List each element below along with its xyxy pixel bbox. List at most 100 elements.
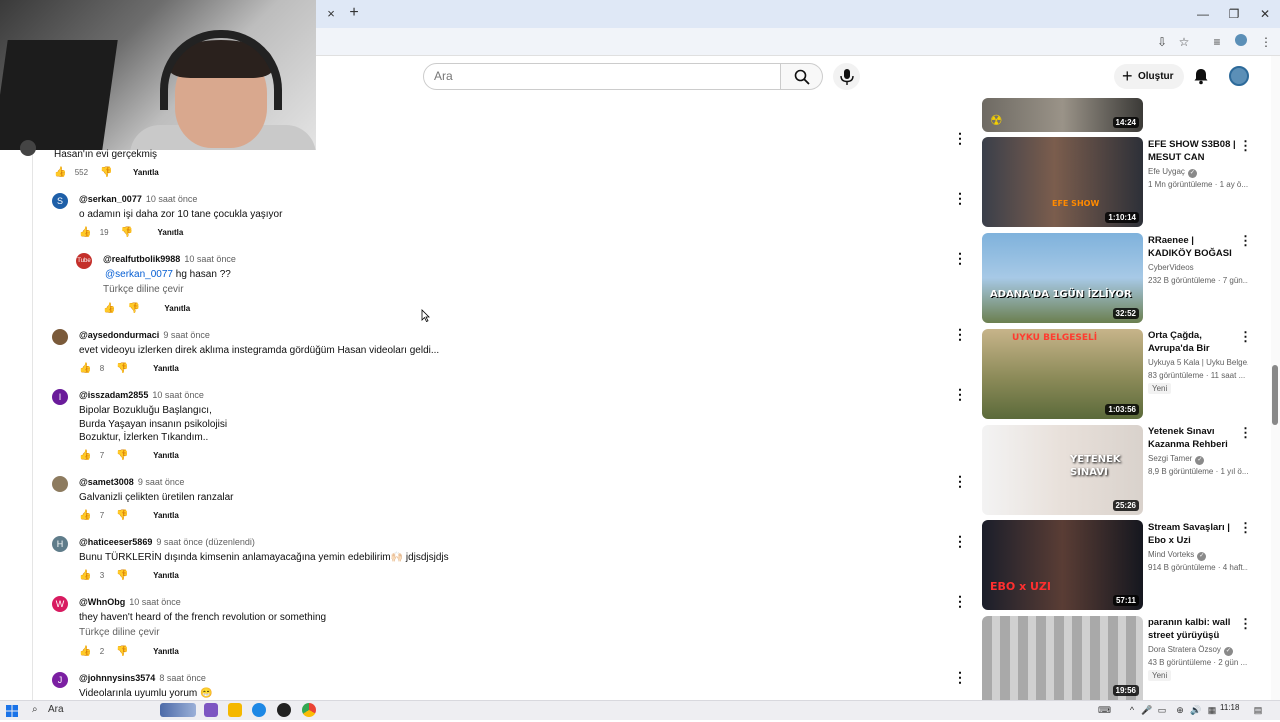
file-explorer-icon[interactable] — [228, 703, 242, 717]
translate-link[interactable]: Türkçe diline çevir — [79, 627, 160, 638]
windows-start-icon[interactable] — [6, 704, 18, 717]
video-thumbnail[interactable]: ☢ 14:24 — [982, 98, 1143, 132]
reply-button[interactable]: Yanıtla — [164, 304, 190, 313]
video-thumbnail[interactable]: EBO x UZI 57:11 — [982, 520, 1143, 610]
translate-link[interactable]: Türkçe diline çevir — [103, 284, 184, 295]
comment-author[interactable]: @realfutbolik9988 — [103, 254, 180, 264]
dislike-icon[interactable]: 👎 — [116, 510, 128, 521]
edge-icon[interactable] — [252, 703, 266, 717]
notification-center-icon[interactable]: ▤ — [1252, 703, 1264, 717]
account-avatar[interactable] — [1229, 66, 1249, 86]
comment-author[interactable]: @WhnObg — [79, 597, 125, 607]
video-menu-icon[interactable]: ⋮ — [1239, 139, 1252, 153]
close-tab-button[interactable]: × — [316, 4, 346, 24]
video-channel[interactable]: CyberVideos — [1148, 263, 1194, 272]
like-icon[interactable]: 👍 — [79, 570, 91, 581]
video-title[interactable]: paranın kalbi: wall street yürüyüşü — [1148, 616, 1236, 642]
comment-time[interactable]: 10 saat önce — [152, 390, 204, 400]
restore-button[interactable]: ❐ — [1219, 4, 1249, 24]
video-menu-icon[interactable]: ⋮ — [1239, 426, 1252, 440]
comment-author[interactable]: @serkan_0077 — [79, 194, 142, 204]
avatar[interactable]: J — [52, 672, 68, 688]
video-channel[interactable]: Uykuya 5 Kala | Uyku Belge... — [1148, 358, 1248, 367]
dislike-icon[interactable]: 👎 — [116, 450, 128, 461]
chrome-icon[interactable] — [302, 703, 316, 717]
comment-time[interactable]: 9 saat önce — [138, 477, 185, 487]
mention-link[interactable]: @serkan_0077 — [105, 269, 173, 280]
comment-time[interactable]: 9 saat önce (düzenlendi) — [156, 537, 255, 547]
video-channel[interactable]: Mind Vorteks ✓ — [1148, 550, 1207, 561]
comment-author[interactable]: @aysedondurmaci — [79, 330, 159, 340]
reply-button[interactable]: Yanıtla — [133, 168, 159, 177]
window-close-button[interactable]: ✕ — [1250, 4, 1280, 24]
video-title[interactable]: Stream Savaşları | Ebo x Uzi — [1148, 521, 1236, 547]
comment-author[interactable]: @johnnysins3574 — [79, 673, 155, 683]
microphone-tray-icon[interactable]: 🎤 — [1141, 703, 1153, 717]
steam-icon[interactable] — [277, 703, 291, 717]
video-thumbnail[interactable]: 19:56 — [982, 616, 1143, 700]
comment-author[interactable]: @isszadam2855 — [79, 390, 148, 400]
comment-author[interactable]: @haticeeser5869 — [79, 537, 152, 547]
volume-icon[interactable]: 🔊 — [1190, 703, 1202, 717]
video-title[interactable]: EFE SHOW S3B08 | MESUT CAN TOMAY — [1148, 138, 1236, 164]
like-icon[interactable]: 👍 — [79, 450, 91, 461]
video-thumbnail[interactable]: YETENEK SINAVI 25:26 — [982, 425, 1143, 515]
comment-time[interactable]: 10 saat önce — [146, 194, 198, 204]
reply-button[interactable]: Yanıtla — [158, 228, 184, 237]
comment-menu-icon[interactable]: ⋮ — [953, 130, 967, 146]
video-channel[interactable]: Efe Uygaç ✓ — [1148, 167, 1197, 178]
dislike-icon[interactable]: 👎 — [116, 363, 128, 374]
media-control-icon[interactable]: ≡ — [1207, 32, 1227, 52]
comment-menu-icon[interactable]: ⋮ — [953, 190, 967, 206]
video-menu-icon[interactable]: ⋮ — [1239, 234, 1252, 248]
video-thumbnail[interactable]: ADANA'DA 1GÜN İZLİYOR 32:52 — [982, 233, 1143, 323]
comment-menu-icon[interactable]: ⋮ — [953, 473, 967, 489]
reply-button[interactable]: Yanıtla — [153, 364, 179, 373]
like-icon[interactable]: 👍 — [54, 167, 66, 178]
search-button[interactable] — [781, 63, 823, 90]
video-channel[interactable]: Sezgi Tamer ✓ — [1148, 454, 1205, 465]
notifications-button[interactable] — [1191, 66, 1211, 86]
dislike-icon[interactable]: 👎 — [100, 167, 112, 178]
comment-menu-icon[interactable]: ⋮ — [953, 669, 967, 685]
video-thumbnail[interactable]: UYKU BELGESELİ 1:03:56 — [982, 329, 1143, 419]
comment-time[interactable]: 10 saat önce — [184, 254, 236, 264]
taskbar-widget-icon[interactable] — [160, 703, 196, 717]
comment-menu-icon[interactable]: ⋮ — [953, 533, 967, 549]
reply-button[interactable]: Yanıtla — [153, 451, 179, 460]
install-icon[interactable]: ⇩ — [1152, 32, 1172, 52]
scrollbar-thumb[interactable] — [1272, 365, 1278, 425]
comment-menu-icon[interactable]: ⋮ — [953, 326, 967, 342]
like-icon[interactable]: 👍 — [79, 227, 91, 238]
comment-time[interactable]: 9 saat önce — [163, 330, 210, 340]
reply-button[interactable]: Yanıtla — [153, 511, 179, 520]
avatar[interactable] — [52, 329, 68, 345]
video-menu-icon[interactable]: ⋮ — [1239, 521, 1252, 535]
video-title[interactable]: Yetenek Sınavı Kazanma Rehberi — [1148, 425, 1236, 451]
chevron-up-icon[interactable]: ^ — [1126, 703, 1138, 717]
comment-time[interactable]: 10 saat önce — [129, 597, 181, 607]
video-title[interactable]: RRaenee | KADIKÖY BOĞASI ADANA ... — [1148, 234, 1236, 260]
avatar[interactable]: W — [52, 596, 68, 612]
like-icon[interactable]: 👍 — [79, 363, 91, 374]
create-button[interactable]: + Oluştur — [1114, 64, 1184, 89]
dislike-icon[interactable]: 👎 — [116, 646, 128, 657]
avatar[interactable] — [52, 476, 68, 492]
comment-menu-icon[interactable]: ⋮ — [953, 250, 967, 266]
dislike-icon[interactable]: 👎 — [121, 227, 133, 238]
taskbar-clock[interactable]: 11:18 — [1220, 703, 1239, 712]
video-channel[interactable]: Dora Stratera Özsoy ✓ — [1148, 645, 1233, 656]
comment-time[interactable]: 8 saat önce — [159, 673, 206, 683]
dislike-icon[interactable]: 👎 — [116, 570, 128, 581]
like-icon[interactable]: 👍 — [79, 510, 91, 521]
comment-author[interactable]: @samet3008 — [79, 477, 134, 487]
ethernet-icon[interactable]: ▦ — [1206, 703, 1218, 717]
avatar[interactable]: Tube — [76, 253, 92, 269]
dislike-icon[interactable]: 👎 — [128, 303, 140, 314]
like-icon[interactable]: 👍 — [103, 303, 115, 314]
bookmark-star-icon[interactable]: ☆ — [1174, 32, 1194, 52]
video-menu-icon[interactable]: ⋮ — [1239, 617, 1252, 631]
search-input[interactable]: Ara — [423, 63, 781, 90]
taskbar-app-icon[interactable] — [204, 703, 218, 717]
avatar[interactable]: H — [52, 536, 68, 552]
